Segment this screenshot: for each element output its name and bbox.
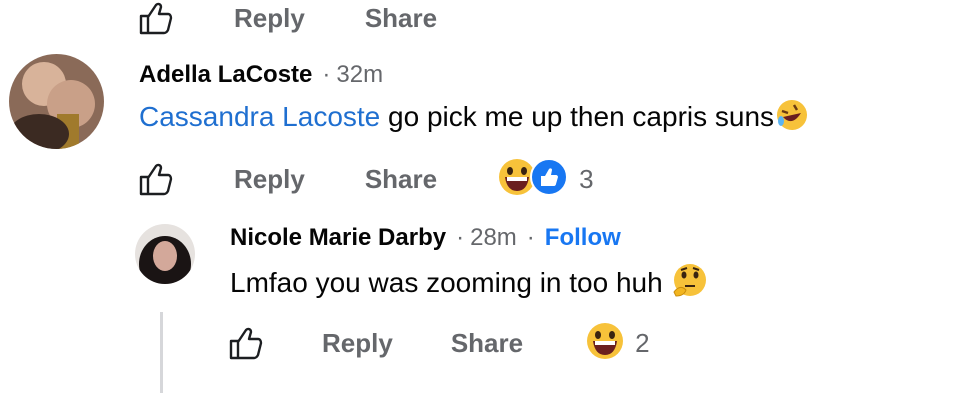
like-reaction-icon	[529, 157, 569, 202]
top-actions: Reply Share	[138, 0, 437, 38]
like-icon[interactable]	[138, 161, 174, 197]
separator: ·	[526, 224, 535, 251]
share-button[interactable]: Share	[451, 328, 523, 359]
reaction-count: 2	[635, 327, 650, 358]
separator: ·	[456, 224, 465, 251]
comment-time[interactable]: 28m	[470, 224, 517, 252]
comment-body: Lmfao you was zooming in too huh	[230, 262, 708, 307]
thread-line	[160, 312, 163, 393]
reply-button[interactable]: Reply	[322, 328, 393, 359]
comment-author[interactable]: Nicole Marie Darby	[230, 224, 446, 252]
comment-author-line: Adella LaCoste · 32m	[139, 60, 383, 90]
comment-actions: Reply Share 3	[138, 157, 594, 202]
comment-author-line: Nicole Marie Darby · 28m · Follow	[230, 223, 621, 253]
comment-body: Cassandra Lacoste go pick me up then cap…	[139, 97, 810, 140]
like-icon[interactable]	[228, 325, 264, 361]
follow-button[interactable]: Follow	[545, 224, 621, 252]
avatar[interactable]	[135, 224, 195, 284]
comment-time[interactable]: 32m	[336, 61, 383, 89]
avatar[interactable]	[9, 54, 104, 149]
reply-button[interactable]: Reply	[234, 164, 305, 195]
mention-link[interactable]: Cassandra Lacoste	[139, 101, 380, 132]
share-button[interactable]: Share	[365, 164, 437, 195]
thinking-emoji-icon	[670, 262, 708, 307]
reaction-count: 3	[579, 163, 594, 194]
like-icon[interactable]	[138, 0, 174, 36]
reactions[interactable]: 2	[585, 321, 650, 366]
rolling-laughing-emoji-icon	[774, 97, 810, 140]
comment-author[interactable]: Adella LaCoste	[139, 61, 312, 89]
comment-actions: Reply Share 2	[228, 321, 650, 366]
separator: ·	[322, 61, 331, 88]
reply-button[interactable]: Reply	[234, 3, 305, 34]
comment-text: go pick me up then capris suns	[388, 100, 775, 132]
comment-text: Lmfao you was zooming in too huh	[230, 266, 663, 298]
reactions[interactable]: 3	[497, 157, 594, 202]
haha-reaction-icon	[585, 321, 625, 366]
share-button[interactable]: Share	[365, 3, 437, 34]
